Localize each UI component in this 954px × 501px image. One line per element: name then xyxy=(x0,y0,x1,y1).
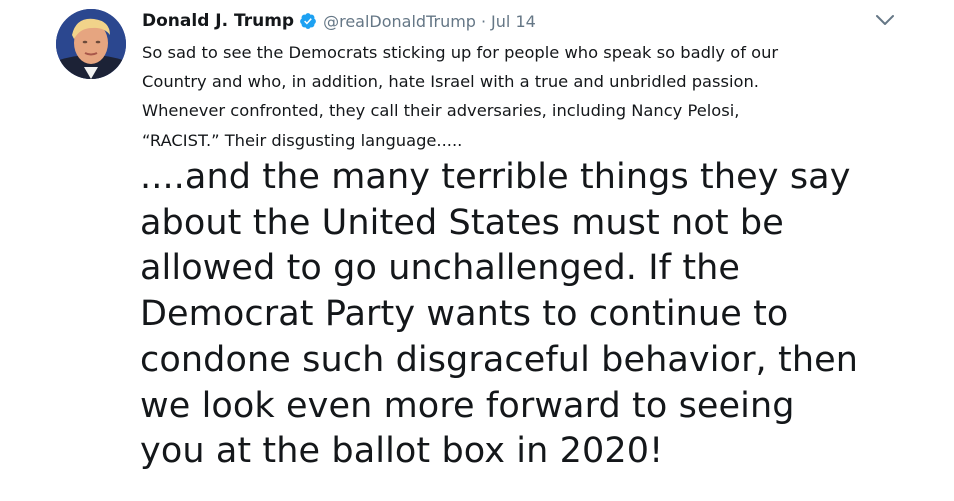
tweet-header: Donald J. Trump @realDonaldTrump · Jul 1… xyxy=(142,9,536,33)
tweet-main-text: ....and the many terrible things they sa… xyxy=(140,157,859,472)
user-handle[interactable]: @realDonaldTrump xyxy=(323,12,476,31)
chevron-down-icon[interactable] xyxy=(874,12,896,28)
verified-badge-icon xyxy=(299,12,317,30)
tweet-card: Donald J. Trump @realDonaldTrump · Jul 1… xyxy=(0,0,954,501)
avatar[interactable] xyxy=(56,9,126,79)
tweet-date[interactable]: Jul 14 xyxy=(491,12,536,31)
display-name[interactable]: Donald J. Trump xyxy=(142,11,294,31)
quoted-tweet-text: So sad to see the Democrats sticking up … xyxy=(142,43,779,150)
profile-photo xyxy=(56,9,126,79)
separator-dot: · xyxy=(480,11,487,31)
